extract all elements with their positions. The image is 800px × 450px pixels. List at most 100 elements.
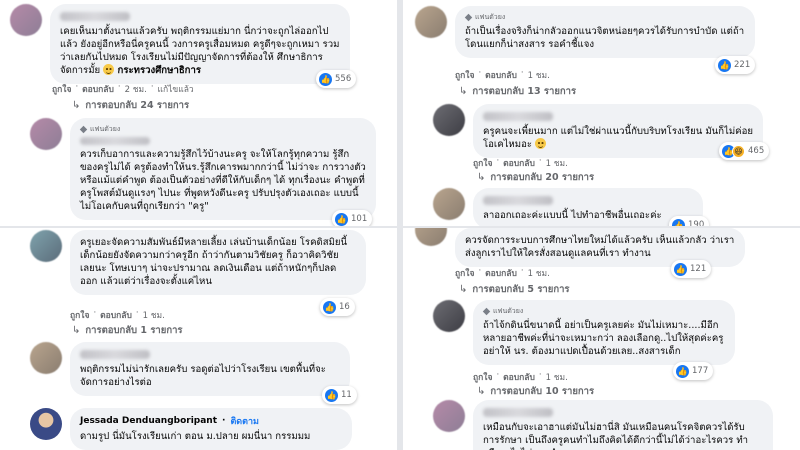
- like-action[interactable]: ถูกใจ: [473, 156, 492, 170]
- avatar[interactable]: [433, 104, 465, 136]
- reaction-count-value: 556: [335, 74, 352, 84]
- like-reaction-icon: 👍: [718, 58, 731, 72]
- comment-bubble: เหมือนกับจะเอาฮาแต่มันไม่ฮานี่สิ มันเหมื…: [473, 400, 773, 450]
- reply-action[interactable]: ตอบกลับ: [503, 370, 535, 384]
- top-fan-label: แฟนตัวยง: [90, 125, 121, 133]
- reaction-count[interactable]: 👍 190: [669, 216, 710, 226]
- comment-actions: ถูกใจ · ตอบกลับ · 1 ชม.: [70, 308, 165, 322]
- reaction-count-value: 190: [688, 220, 705, 226]
- comment-time: 1 ชม.: [545, 159, 568, 169]
- edited-label: แก้ไขแล้ว: [157, 85, 194, 95]
- view-replies-label: การตอบกลับ 1 รายการ: [85, 325, 183, 336]
- comment-text-body: ครูคนจะเพี้ยนมาก แต่ไม่ใช่ผ่าแนวนี้กับบร…: [483, 126, 753, 150]
- view-replies-link[interactable]: ↳ การตอบกลับ 10 รายการ: [477, 384, 594, 399]
- comment-time: 1 ชม.: [545, 373, 568, 383]
- avatar[interactable]: [30, 342, 62, 374]
- reply-arrow-icon: ↳: [72, 100, 81, 111]
- comment-bubble: ครูเยอะจัดความสัมพันธ์มีหลายเลี้ยง เล่นบ…: [70, 230, 366, 295]
- blurred-author-name[interactable]: [483, 408, 553, 417]
- like-action[interactable]: ถูกใจ: [455, 68, 474, 82]
- like-action[interactable]: ถูกใจ: [52, 82, 71, 96]
- comment-text: ควรจัดการระบบการศึกษาไทยใหม่ได้แล้วครับ …: [465, 235, 735, 259]
- view-replies-link[interactable]: ↳ การตอบกลับ 13 รายการ: [459, 84, 576, 99]
- reaction-count[interactable]: 👍 177: [673, 362, 714, 380]
- reaction-count[interactable]: 👍 😆 465: [719, 142, 770, 160]
- reply-action[interactable]: ตอบกลับ: [503, 156, 535, 170]
- sweat-emoji-icon: [535, 138, 547, 149]
- comment-text: ครูเยอะจัดความสัมพันธ์มีหลายเลี้ยง เล่นบ…: [80, 237, 348, 287]
- like-reaction-icon: 👍: [674, 262, 687, 276]
- top-fan-label: แฟนตัวยง: [475, 13, 506, 21]
- like-reaction-icon: 👍: [325, 388, 338, 402]
- reply-action[interactable]: ตอบกลับ: [82, 82, 114, 96]
- view-replies-label: การตอบกลับ 20 รายการ: [490, 172, 595, 183]
- reply-arrow-icon: ↳: [72, 325, 81, 336]
- view-replies-link[interactable]: ↳ การตอบกลับ 1 รายการ: [72, 323, 183, 338]
- reaction-count-value: 11: [341, 390, 352, 400]
- reaction-count[interactable]: 👍 11: [322, 386, 357, 404]
- top-fan-badge: แฟนตัวยง: [79, 124, 366, 135]
- avatar[interactable]: [433, 400, 465, 432]
- avatar[interactable]: [30, 408, 62, 440]
- blurred-author-name[interactable]: [60, 12, 130, 21]
- avatar[interactable]: [433, 300, 465, 332]
- like-action[interactable]: ถูกใจ: [70, 308, 89, 322]
- reaction-count[interactable]: 👍 101: [332, 210, 373, 226]
- reply-arrow-icon: ↳: [477, 386, 486, 397]
- reaction-count-value: 177: [692, 366, 709, 376]
- reaction-count[interactable]: 👍 221: [715, 56, 756, 74]
- reaction-count[interactable]: 👍 121: [671, 260, 712, 278]
- comment-bubble: พฤติกรรมไม่น่ารักเลยครับ รอดูต่อไปว่าโรง…: [70, 342, 350, 396]
- like-reaction-icon: 👍: [335, 212, 348, 226]
- comment-actions: ถูกใจ · ตอบกลับ · 1 ชม.: [473, 370, 568, 384]
- reaction-count[interactable]: 👍 556: [316, 70, 357, 88]
- reaction-count[interactable]: 👍 16: [320, 298, 355, 316]
- reaction-count-value: 465: [748, 146, 765, 156]
- reply-action[interactable]: ตอบกลับ: [485, 68, 517, 82]
- comment-text: ควรเก็บอาการและความรู้สึกไว้บ้างนะครู จะ…: [80, 149, 366, 212]
- blurred-author-name[interactable]: [483, 196, 553, 205]
- reply-action[interactable]: ตอบกลับ: [100, 308, 132, 322]
- like-reaction-icon: 👍: [319, 72, 332, 86]
- comment-bubble: เคยเห็นมาตั้งนานแล้วครับ พฤติกรรมแย่มาก …: [50, 4, 350, 84]
- comment-actions: ถูกใจ · ตอบกลับ · 2 ชม. · แก้ไขแล้ว: [52, 82, 194, 96]
- comment-text-bold: กระทรวงศึกษาธิการ: [114, 65, 202, 76]
- blurred-author-name[interactable]: [80, 137, 150, 145]
- reaction-count-value: 16: [339, 302, 350, 312]
- reply-arrow-icon: ↳: [459, 86, 468, 97]
- comments-panel-bottom-right: ควรจัดการระบบการศึกษาไทยใหม่ได้แล้วครับ …: [403, 228, 800, 450]
- like-reaction-icon: 👍: [323, 300, 336, 314]
- reaction-count-value: 221: [734, 60, 751, 70]
- reply-arrow-icon: ↳: [459, 284, 468, 295]
- view-replies-label: การตอบกลับ 24 รายการ: [85, 100, 190, 111]
- comments-panel-bottom-left: ครูเยอะจัดความสัมพันธ์มีหลายเลี้ยง เล่นบ…: [0, 228, 397, 450]
- avatar[interactable]: [415, 6, 447, 38]
- avatar[interactable]: [415, 228, 447, 246]
- avatar[interactable]: [10, 4, 42, 36]
- view-replies-link[interactable]: ↳ การตอบกลับ 5 รายการ: [459, 282, 570, 297]
- view-replies-label: การตอบกลับ 5 รายการ: [472, 284, 570, 295]
- haha-reaction-icon: 😆: [732, 144, 745, 158]
- comment-actions: ถูกใจ · ตอบกลับ · 1 ชม.: [473, 156, 568, 170]
- view-replies-link[interactable]: ↳ การตอบกลับ 24 รายการ: [72, 98, 189, 113]
- comment-text: ลาออกเถอะค่ะแบบนี้ ไปทำอาชีพอื่นเถอะค่ะ: [483, 210, 662, 221]
- top-fan-badge: แฟนตัวยง: [464, 12, 745, 23]
- follow-button[interactable]: ติดตาม: [230, 414, 259, 428]
- blurred-author-name[interactable]: [483, 112, 553, 121]
- author-name[interactable]: Jessada Denduangboripant: [80, 416, 217, 426]
- avatar[interactable]: [433, 188, 465, 220]
- avatar[interactable]: [30, 230, 62, 262]
- comment-text: ถ้าเป็นเรื่องจริงก็น่ากลัวออกแนวจิตหน่อย…: [465, 26, 745, 50]
- diamond-icon: [482, 307, 491, 316]
- comment-text: เคยเห็นมาตั้งนานแล้วครับ พฤติกรรมแย่มาก …: [60, 25, 340, 77]
- like-action[interactable]: ถูกใจ: [455, 266, 474, 280]
- author-line: Jessada Denduangboripant · ติดตาม: [80, 414, 259, 428]
- view-replies-link[interactable]: ↳ การตอบกลับ 20 รายการ: [477, 170, 594, 185]
- reply-action[interactable]: ตอบกลับ: [485, 266, 517, 280]
- comment-actions: ถูกใจ · ตอบกลับ · 1 ชม.: [455, 68, 550, 82]
- like-reaction-icon: 👍: [676, 364, 689, 378]
- view-replies-label: การตอบกลับ 10 รายการ: [490, 386, 595, 397]
- avatar[interactable]: [30, 118, 62, 150]
- blurred-author-name[interactable]: [80, 350, 150, 359]
- like-action[interactable]: ถูกใจ: [473, 370, 492, 384]
